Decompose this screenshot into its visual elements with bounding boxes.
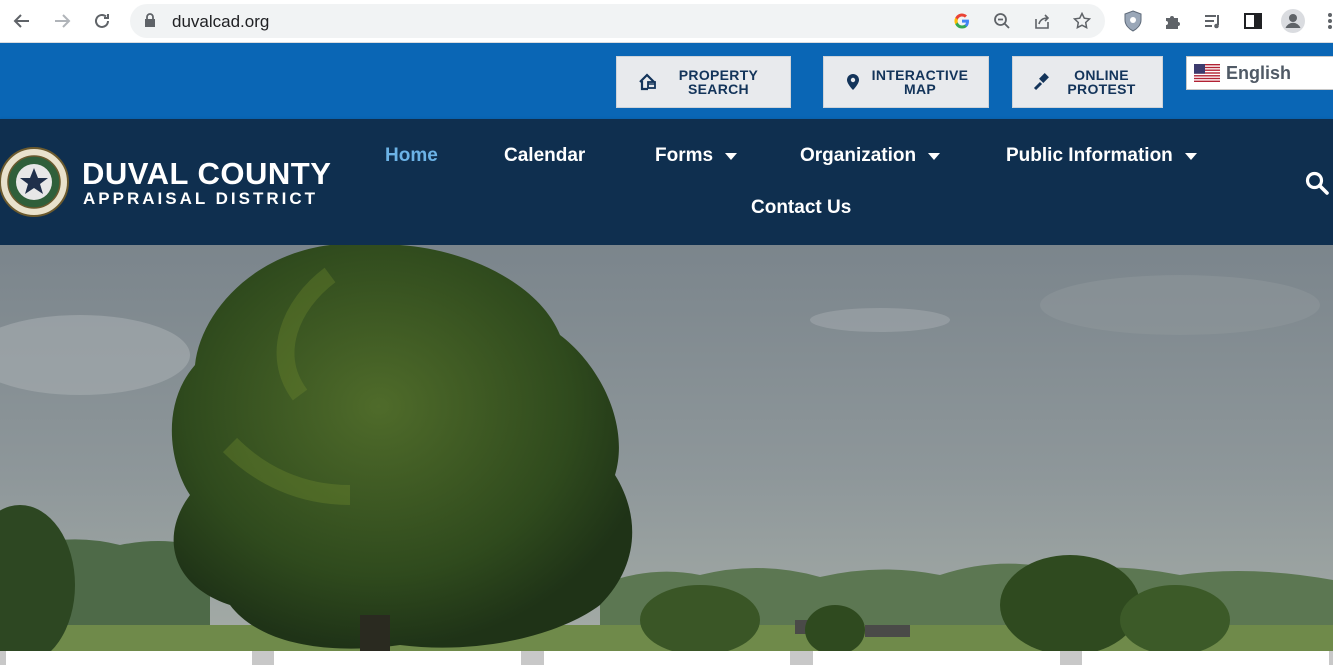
card-placeholder [544,651,790,665]
back-icon[interactable] [8,7,36,35]
nav-home-label: Home [385,145,438,166]
forward-icon[interactable] [48,7,76,35]
county-seal-logo[interactable] [0,144,70,220]
interactive-map-label: INTERACTIVE MAP [871,67,969,97]
star-icon[interactable] [1072,11,1092,31]
hero-image [0,245,1333,665]
card-placeholder [1082,651,1329,665]
brand-title[interactable]: DUVAL COUNTY [82,156,331,192]
language-label: English [1226,62,1292,83]
main-navigation: DUVAL COUNTY APPRAISAL DISTRICT Home Cal… [0,119,1333,245]
us-flag-icon [1194,64,1220,82]
nav-home[interactable]: Home [385,145,438,167]
shield-extension-icon[interactable] [1121,9,1145,33]
nav-organization-label: Organization [800,145,917,166]
property-search-button[interactable]: PROPERTY SEARCH [616,56,791,108]
chevron-down-icon [725,152,738,160]
brand-subtitle[interactable]: APPRAISAL DISTRICT [83,189,318,209]
card-placeholder [274,651,521,665]
kebab-icon[interactable] [1318,9,1333,33]
chevron-down-icon [1184,152,1197,160]
nav-public-information-label: Public Information [1006,145,1173,166]
utility-bar: PROPERTY SEARCH INTERACTIVE MAP ONLINE P… [0,43,1333,119]
reload-icon[interactable] [88,7,116,35]
profile-icon[interactable] [1281,9,1305,33]
online-protest-button[interactable]: ONLINE PROTEST [1012,56,1163,108]
chevron-down-icon [928,152,941,160]
interactive-map-button[interactable]: INTERACTIVE MAP [823,56,989,108]
online-protest-label: ONLINE PROTEST [1067,67,1136,97]
nav-forms[interactable]: Forms [655,145,738,167]
media-icon[interactable] [1201,9,1225,33]
map-pin-icon [842,71,864,93]
house-search-icon [637,71,659,93]
share-icon[interactable] [1032,11,1052,31]
nav-contact-us[interactable]: Contact Us [751,197,851,219]
nav-organization[interactable]: Organization [800,145,941,167]
card-placeholder [6,651,252,665]
zoom-icon[interactable] [992,11,1012,31]
nav-calendar[interactable]: Calendar [504,145,585,167]
card-placeholder [813,651,1060,665]
nav-public-information[interactable]: Public Information [1006,145,1197,167]
puzzle-extension-icon[interactable] [1161,9,1185,33]
side-panel-icon[interactable] [1241,9,1265,33]
nav-calendar-label: Calendar [504,145,586,166]
browser-toolbar: duvalcad.org [0,0,1333,43]
lock-icon[interactable] [144,13,156,33]
google-icon[interactable] [952,11,972,31]
property-search-label: PROPERTY SEARCH [678,67,759,97]
address-bar[interactable]: duvalcad.org [130,4,1105,38]
gavel-icon [1031,71,1053,93]
language-selector[interactable]: English [1186,56,1333,90]
search-icon[interactable] [1304,170,1330,196]
nav-contact-us-label: Contact Us [751,197,852,218]
url-text[interactable]: duvalcad.org [172,12,269,32]
nav-forms-label: Forms [655,145,714,166]
